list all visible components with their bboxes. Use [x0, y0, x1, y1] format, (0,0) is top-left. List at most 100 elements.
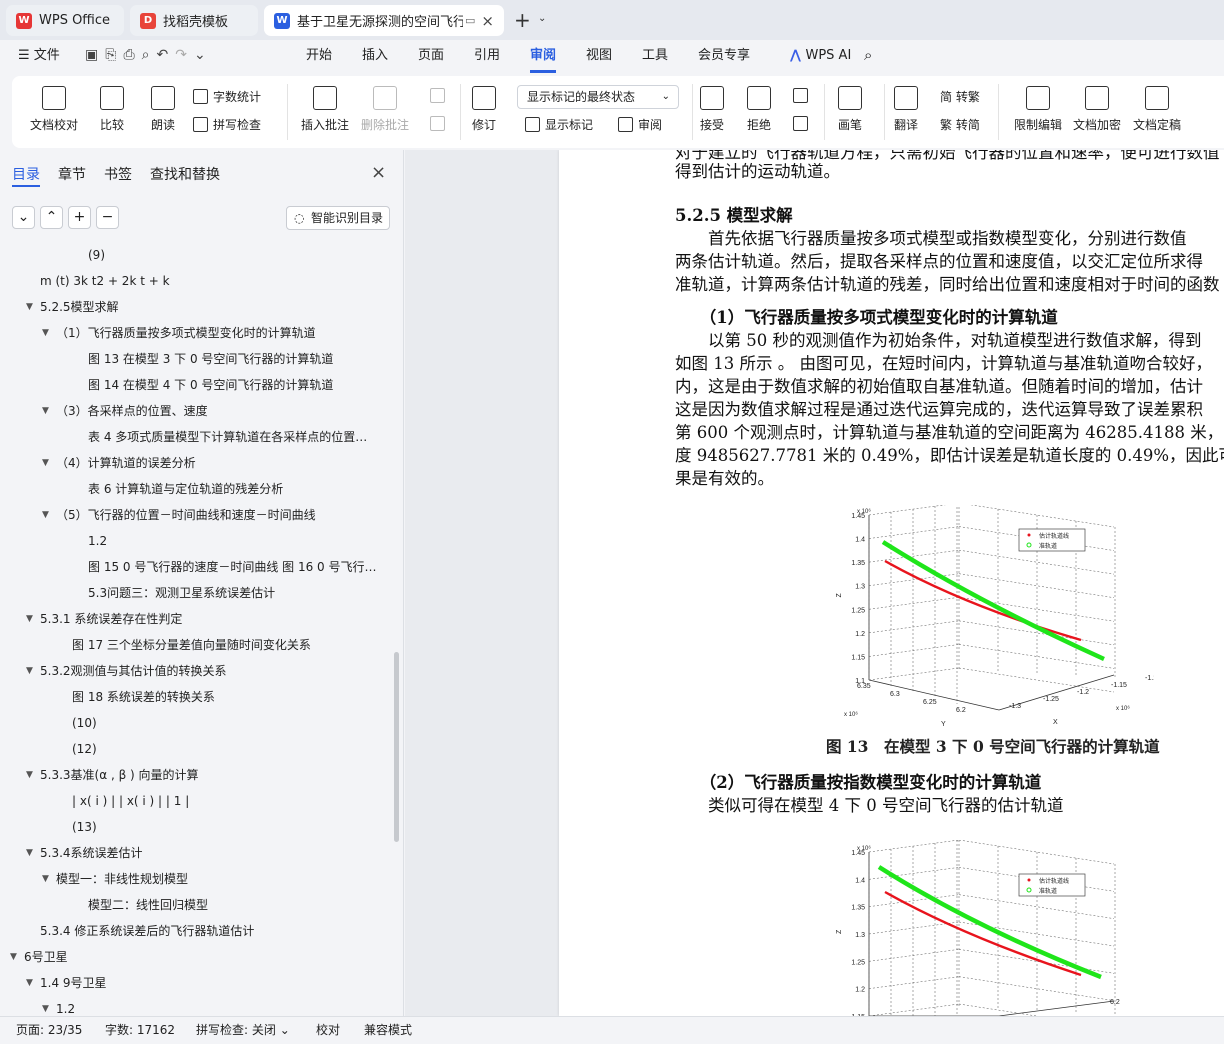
word-count[interactable]: 字数: 17162	[105, 1017, 175, 1043]
word-count-button[interactable]: 字数统计	[193, 88, 261, 105]
quick-access-chevron-icon[interactable]: ⌄	[194, 47, 213, 63]
menu-view[interactable]: 视图	[586, 40, 612, 73]
toc-item[interactable]: ▼ 5.3.2观测值与其估计值的转换关系	[0, 658, 392, 684]
tab-chapters[interactable]: 章节	[58, 164, 86, 184]
menu-tools[interactable]: 工具	[642, 40, 668, 73]
markup-state-dropdown[interactable]: 显示标记的最终状态 ⌄	[517, 85, 679, 109]
toc-item[interactable]: 图 18 系统误差的转换关系	[0, 684, 392, 710]
menu-membership[interactable]: 会员专享	[698, 40, 750, 73]
toc-item[interactable]: ▼ 5.2.5模型求解	[0, 294, 392, 320]
next-change-button[interactable]	[793, 116, 813, 131]
tab-toc[interactable]: 目录	[12, 164, 40, 184]
page-count[interactable]: 页面: 23/35	[16, 1017, 82, 1043]
toc-item[interactable]: 1.2	[0, 528, 392, 554]
search-icon[interactable]: ⌕	[864, 40, 872, 73]
expand-arrow-icon[interactable]: ▼	[26, 970, 33, 996]
tab-find-replace[interactable]: 查找和替换	[150, 164, 220, 184]
compare-button[interactable]: 比较	[100, 86, 124, 133]
expand-arrow-icon[interactable]: ▼	[42, 320, 49, 346]
toc-item[interactable]: ▼ （4）计算轨道的误差分析	[0, 450, 392, 476]
save-icon[interactable]: ▣	[85, 47, 105, 63]
finalize-button[interactable]: 文档定稿	[1133, 86, 1181, 133]
expand-arrow-icon[interactable]: ▼	[10, 944, 17, 970]
toc-item[interactable]: ▼ （5）飞行器的位置－时间曲线和速度－时间曲线	[0, 502, 392, 528]
undo-icon[interactable]: ↶	[156, 47, 175, 63]
export-icon[interactable]: ⎘	[105, 47, 123, 63]
doc-check-button[interactable]: 文档校对	[30, 86, 78, 133]
new-tab-icon[interactable]: +	[514, 8, 531, 32]
restrict-edit-button[interactable]: 限制编辑	[1014, 86, 1062, 133]
translate-button[interactable]: 翻译	[894, 86, 918, 133]
expand-arrow-icon[interactable]: ▼	[42, 866, 49, 892]
expand-arrow-icon[interactable]: ▼	[42, 398, 49, 424]
proofread-status[interactable]: 校对	[316, 1017, 340, 1043]
toc-item[interactable]: 图 13 在模型 3 下 0 号空间飞行器的计算轨道	[0, 346, 392, 372]
menu-home[interactable]: 开始	[306, 40, 332, 73]
prev-change-button[interactable]	[793, 88, 813, 103]
toc-item[interactable]: 表 6 计算轨道与定位轨道的残差分析	[0, 476, 392, 502]
collapse-down-button[interactable]: ⌄	[12, 206, 35, 229]
tab-docer-template[interactable]: D 找稻壳模板	[130, 5, 258, 36]
spell-check-status[interactable]: 拼写检查: 关闭 ⌄	[196, 1017, 290, 1043]
show-markup-button[interactable]: 显示标记	[525, 116, 593, 133]
expand-arrow-icon[interactable]: ▼	[26, 294, 33, 320]
next-comment-button[interactable]	[430, 116, 450, 131]
toc-item[interactable]: ▼ 5.3.3基准(α , β ) 向量的计算	[0, 762, 392, 788]
toc-item[interactable]: 图 17 三个坐标分量差值向量随时间变化关系	[0, 632, 392, 658]
menu-page[interactable]: 页面	[418, 40, 444, 73]
toc-item[interactable]: ▼ 5.3.4系统误差估计	[0, 840, 392, 866]
toc-item[interactable]: 5.3问题三：观测卫星系统误差估计	[0, 580, 392, 606]
toc-item[interactable]: 图 15 0 号飞行器的速度－时间曲线 图 16 0 号飞行器的位置	[0, 554, 392, 580]
menu-references[interactable]: 引用	[474, 40, 500, 73]
close-tab-icon[interactable]: ×	[475, 12, 494, 30]
toc-item[interactable]: (12)	[0, 736, 392, 762]
menu-insert[interactable]: 插入	[362, 40, 388, 73]
toc-item[interactable]: 图 14 在模型 4 下 0 号空间飞行器的计算轨道	[0, 372, 392, 398]
tab-list-chevron-icon[interactable]: ⌄	[538, 13, 546, 24]
expand-arrow-icon[interactable]: ▼	[42, 450, 49, 476]
remove-heading-button[interactable]: −	[96, 206, 119, 229]
toc-item[interactable]: ▼ （1）飞行器质量按多项式模型变化时的计算轨道	[0, 320, 392, 346]
prev-comment-button[interactable]	[430, 88, 450, 103]
print-icon[interactable]: ⎙	[123, 47, 141, 63]
toc-item[interactable]: 表 4 多项式质量模型下计算轨道在各采样点的位置和速度	[0, 424, 392, 450]
file-menu[interactable]: ☰ 文件	[18, 40, 60, 73]
read-aloud-button[interactable]: 朗读	[151, 86, 175, 133]
wps-ai-menu[interactable]: ⋀ WPS AI	[790, 40, 851, 73]
collapse-up-button[interactable]: ⌃	[40, 206, 63, 229]
reject-button[interactable]: 拒绝	[747, 86, 771, 133]
menu-review[interactable]: 审阅	[530, 40, 557, 73]
toc-item[interactable]: (13)	[0, 814, 392, 840]
toc-item[interactable]: ▼ 5.3.1 系统误差存在性判定	[0, 606, 392, 632]
expand-arrow-icon[interactable]: ▼	[42, 502, 49, 528]
to-simplified-button[interactable]: 繁 转简	[940, 116, 980, 133]
redo-icon[interactable]: ↷	[175, 47, 194, 63]
expand-arrow-icon[interactable]: ▼	[26, 762, 33, 788]
toc-item[interactable]: ▼ 6号卫星	[0, 944, 392, 970]
expand-arrow-icon[interactable]: ▼	[26, 658, 33, 684]
toc-item[interactable]: m (t) 3k t2 + 2k t + k	[0, 268, 392, 294]
toc-item[interactable]: ▼ （3）各采样点的位置、速度	[0, 398, 392, 424]
toc-item[interactable]: 5.3.4 修正系统误差后的飞行器轨道估计	[0, 918, 392, 944]
smart-toc-button[interactable]: ◌ 智能识别目录	[286, 206, 390, 230]
tab-current-document[interactable]: W 基于卫星无源探测的空间飞行器 ▭ ×	[264, 5, 504, 36]
toc-item[interactable]: (10)	[0, 710, 392, 736]
encrypt-button[interactable]: 文档加密	[1073, 86, 1121, 133]
toc-item[interactable]: 模型二：线性回归模型	[0, 892, 392, 918]
toc-item[interactable]: (9)	[0, 242, 392, 268]
toc-item[interactable]: ▼ 1.4 9号卫星	[0, 970, 392, 996]
print-preview-icon[interactable]: ⌕	[142, 47, 157, 63]
revise-button[interactable]: 修订	[472, 86, 496, 133]
tab-bookmarks[interactable]: 书签	[104, 164, 132, 184]
spell-check-button[interactable]: 拼写检查	[193, 116, 261, 133]
toc-item[interactable]: ▼ 模型一：非线性规划模型	[0, 866, 392, 892]
expand-arrow-icon[interactable]: ▼	[26, 606, 33, 632]
to-traditional-button[interactable]: 简 转繁	[940, 88, 980, 105]
delete-comment-button[interactable]: 删除批注	[361, 86, 409, 133]
insert-comment-button[interactable]: 插入批注	[301, 86, 349, 133]
accept-button[interactable]: 接受	[700, 86, 724, 133]
review-pane-button[interactable]: 审阅	[618, 116, 662, 133]
close-pane-icon[interactable]: ×	[371, 162, 386, 183]
toc-item[interactable]: | x( i ) | | x( i ) | | 1 |	[0, 788, 392, 814]
toc-scrollbar[interactable]	[394, 652, 399, 842]
